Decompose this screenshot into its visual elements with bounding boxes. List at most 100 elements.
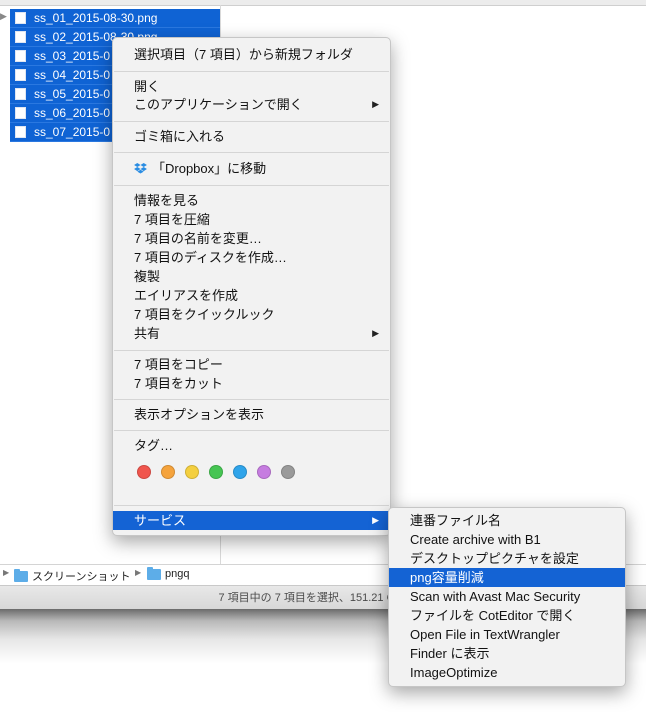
service-item[interactable]: Open File in TextWrangler [389,625,625,644]
file-name: ss_05_2015-0 [34,87,111,101]
menu-separator [114,71,389,72]
service-item-label: 連番ファイル名 [410,513,502,528]
tag-blue-dot[interactable] [233,465,247,479]
file-row[interactable]: ss_01_2015-08-30.png [10,9,220,28]
service-item-label: ImageOptimize [410,665,498,680]
submenu-arrow-icon: ▶ [372,99,379,109]
png-file-icon [15,107,26,119]
menu-item-view-options[interactable]: 表示オプションを表示 [113,405,390,424]
menu-separator [114,430,389,431]
path-crumb-pngq[interactable]: pngq [147,566,190,580]
service-item-label: Scan with Avast Mac Security [410,589,581,604]
menu-separator [114,350,389,351]
menu-item-duplicate[interactable]: 複製 [113,267,390,286]
service-item-label: png容量削減 [410,570,484,585]
menu-separator [114,152,389,153]
menu-item-tags[interactable]: タグ… [113,436,390,455]
menu-separator [114,121,389,122]
png-file-icon [15,88,26,100]
window-titlebar [0,0,646,6]
service-item[interactable]: ImageOptimize [389,663,625,682]
folder-icon [14,568,28,582]
menu-item-open[interactable]: 開く [113,77,390,96]
service-item-label: Create archive with B1 [410,532,541,547]
menu-item-label: 情報を見る [134,193,200,208]
menu-item-get-info[interactable]: 情報を見る [113,191,390,210]
menu-item-compress[interactable]: 7 項目を圧縮 [113,210,390,229]
file-name: ss_01_2015-08-30.png [34,11,158,25]
service-item-label: Finder に表示 [410,646,490,661]
service-item[interactable]: ファイルを CotEditor で開く [389,606,625,625]
tag-red-dot[interactable] [137,465,151,479]
path-crumb-label: pngq [165,568,190,580]
submenu-arrow-icon: ▶ [372,328,379,338]
path-separator-icon: ▶ [3,568,10,577]
png-file-icon [15,50,26,62]
tag-purple-dot[interactable] [257,465,271,479]
dropbox-icon [134,163,147,174]
path-crumb-screenshots[interactable]: スクリーンショット [14,568,130,584]
menu-separator [114,399,389,400]
png-file-icon [15,31,26,43]
menu-item-trash[interactable]: ゴミ箱に入れる [113,127,390,146]
path-separator-icon: ▶ [135,568,142,577]
menu-item-make-disk[interactable]: 7 項目のディスクを作成… [113,248,390,267]
menu-item-dropbox[interactable]: 「Dropbox」に移動 [113,159,390,178]
menu-item-label: 7 項目をカット [134,376,223,391]
service-item[interactable]: Scan with Avast Mac Security [389,587,625,606]
menu-item-label: このアプリケーションで開く [134,97,303,112]
menu-item-label: 「Dropbox」に移動 [152,161,267,176]
service-item-label: ファイルを CotEditor で開く [410,608,576,623]
menu-item-label: エイリアスを作成 [134,288,239,303]
menu-item-share[interactable]: 共有 ▶ [113,324,390,343]
file-name: ss_06_2015-0 [34,106,111,120]
file-name: ss_07_2015-0 [34,125,111,139]
folder-icon [147,566,161,580]
menu-item-rename[interactable]: 7 項目の名前を変更… [113,229,390,248]
path-crumb-label: スクリーンショット [32,571,131,583]
menu-item-copy[interactable]: 7 項目をコピー [113,355,390,374]
tag-color-row [137,465,295,479]
menu-item-make-alias[interactable]: エイリアスを作成 [113,286,390,305]
menu-item-label: サービス [134,513,187,528]
service-item[interactable]: Finder に表示 [389,644,625,663]
menu-item-label: 7 項目の名前を変更… [134,231,262,246]
menu-item-label: 7 項目をコピー [134,357,223,372]
tag-orange-dot[interactable] [161,465,175,479]
submenu-arrow-icon: ▶ [372,515,379,525]
menu-item-label: 複製 [134,269,161,284]
menu-item-label: 開く [134,79,161,94]
menu-item-label: 選択項目（7 項目）から新規フォルダ [134,47,353,62]
menu-item-cut[interactable]: 7 項目をカット [113,374,390,393]
png-file-icon [15,126,26,138]
menu-item-label: 7 項目のディスクを作成… [134,250,287,265]
menu-separator [114,185,389,186]
tag-gray-dot[interactable] [281,465,295,479]
menu-item-label: 表示オプションを表示 [134,407,265,422]
menu-item-label: タグ… [134,438,174,453]
file-name: ss_04_2015-0 [34,68,111,82]
file-name: ss_03_2015-0 [34,49,111,63]
tag-green-dot[interactable] [209,465,223,479]
menu-item-open-with[interactable]: このアプリケーションで開く ▶ [113,95,390,114]
service-item-highlighted[interactable]: png容量削減 [389,568,625,587]
png-file-icon [15,12,26,24]
png-file-icon [15,69,26,81]
service-item[interactable]: デスクトップピクチャを設定 [389,549,625,568]
tag-yellow-dot[interactable] [185,465,199,479]
menu-item-label: ゴミ箱に入れる [134,129,226,144]
menu-separator [114,505,389,506]
menu-item-quicklook[interactable]: 7 項目をクイックルック [113,305,390,324]
menu-item-label: 7 項目をクイックルック [134,307,275,322]
service-item-label: Open File in TextWrangler [410,627,560,642]
menu-item-label: 7 項目を圧縮 [134,212,210,227]
menu-item-label: 共有 [134,326,161,341]
context-menu: 選択項目（7 項目）から新規フォルダ 開く このアプリケーションで開く ▶ ゴミ箱… [112,37,391,536]
service-item[interactable]: 連番ファイル名 [389,511,625,530]
disclosure-triangle-icon[interactable]: ▶ [0,11,7,22]
services-submenu: 連番ファイル名 Create archive with B1 デスクトップピクチ… [388,507,626,687]
service-item-label: デスクトップピクチャを設定 [410,551,579,566]
menu-item-services[interactable]: サービス ▶ [113,511,390,530]
menu-item-new-folder[interactable]: 選択項目（7 項目）から新規フォルダ [113,45,390,64]
service-item[interactable]: Create archive with B1 [389,530,625,549]
